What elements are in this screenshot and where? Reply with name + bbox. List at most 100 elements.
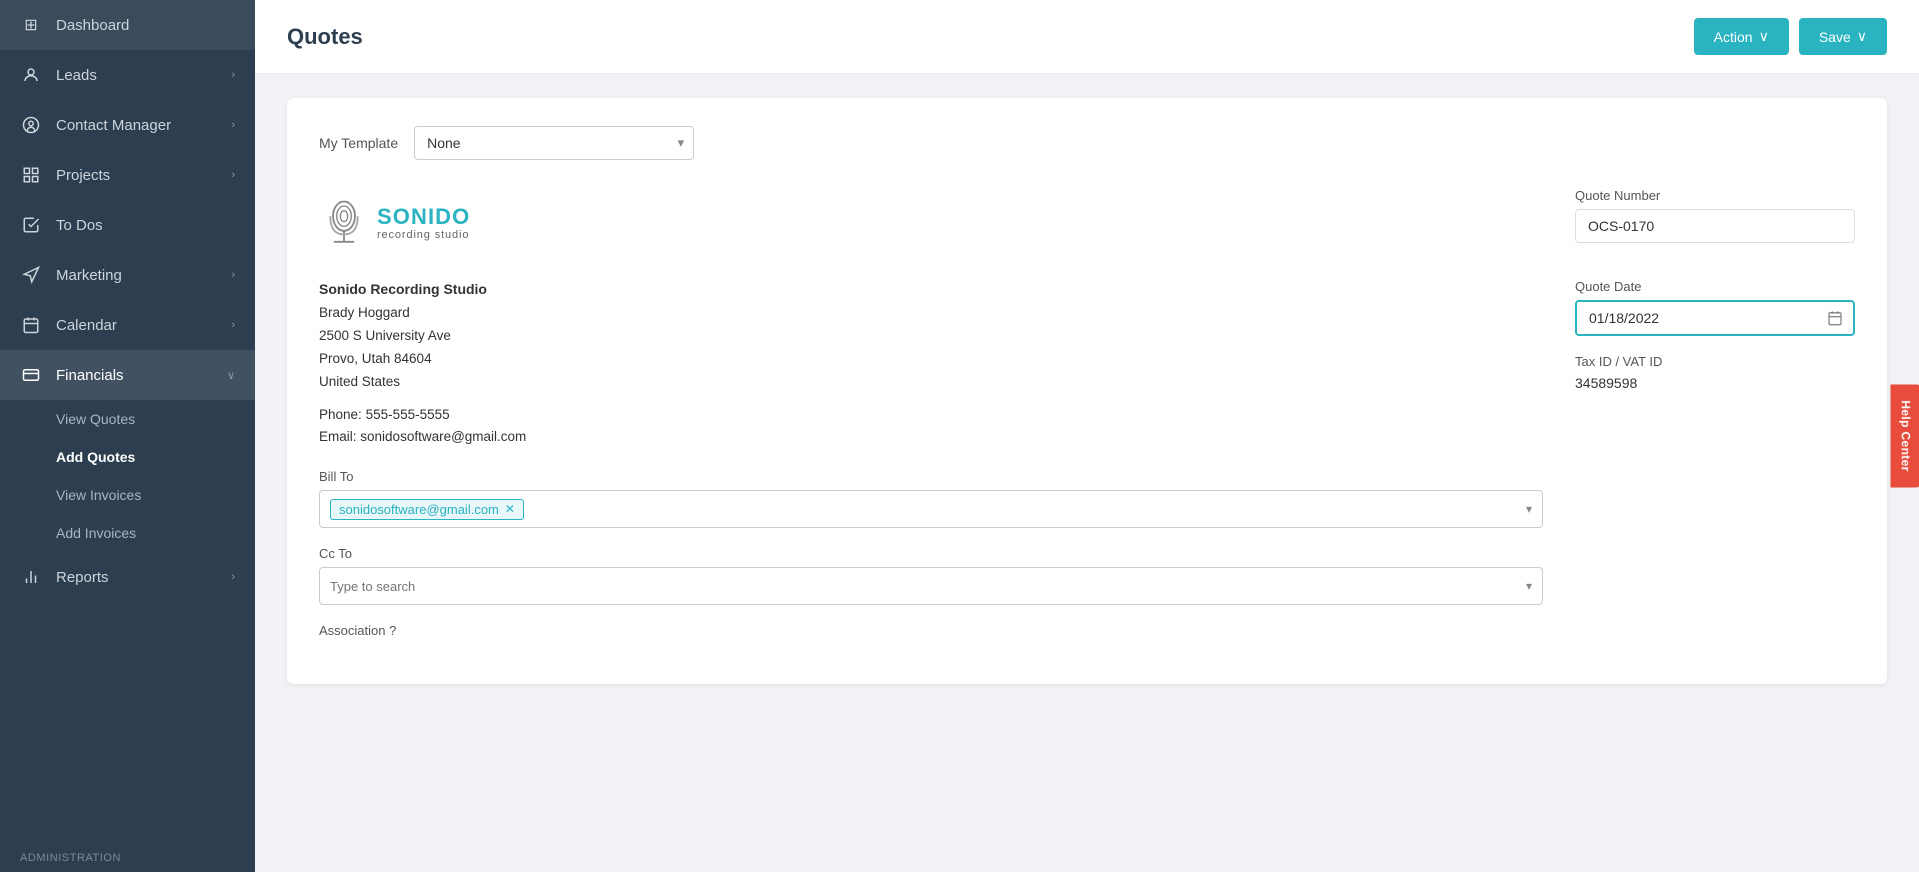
calendar-icon [20, 314, 42, 336]
sidebar-sub-add-invoices[interactable]: Add Invoices [0, 514, 255, 552]
company-logo: SONIDO recording studio [319, 188, 469, 258]
chevron-right-icon: › [231, 269, 235, 281]
sidebar-sub-view-invoices[interactable]: View Invoices [0, 476, 255, 514]
sidebar-item-contact-manager[interactable]: Contact Manager › [0, 100, 255, 150]
sidebar-sub-label: View Invoices [56, 487, 141, 503]
leads-icon [20, 64, 42, 86]
logo-tagline: recording studio [377, 229, 470, 241]
content-area: My Template None [255, 74, 1919, 872]
bill-to-dropdown-arrow: ▾ [1526, 502, 1532, 516]
bill-to-input[interactable]: sonidosoftware@gmail.com ✕ ▾ [319, 490, 1543, 528]
chevron-right-icon: › [231, 169, 235, 181]
cc-to-dropdown-arrow: ▾ [1526, 579, 1532, 593]
administration-label: Administration [0, 836, 255, 872]
bill-to-label: Bill To [319, 469, 1543, 484]
form-card: My Template None [287, 98, 1887, 684]
help-center-label: Help Center [1898, 400, 1912, 471]
save-button-label: Save [1819, 29, 1851, 45]
template-select[interactable]: None [414, 126, 694, 160]
action-button[interactable]: Action ∨ [1694, 18, 1789, 55]
template-label: My Template [319, 135, 398, 151]
bill-to-tag-value: sonidosoftware@gmail.com [339, 502, 499, 517]
logo-text: SONIDO recording studio [377, 205, 470, 241]
company-name: Sonido Recording Studio [319, 278, 1543, 302]
calendar-icon [1827, 310, 1843, 326]
phone-label: Phone: [319, 407, 362, 422]
sidebar-sub-label: Add Invoices [56, 525, 136, 541]
sidebar-item-projects[interactable]: Projects › [0, 150, 255, 200]
chevron-right-icon: › [231, 69, 235, 81]
sidebar: ⊞ Dashboard Leads › Contact Manager › Pr… [0, 0, 255, 872]
sidebar-item-label: Contact Manager [56, 117, 171, 134]
sidebar-item-todos[interactable]: To Dos [0, 200, 255, 250]
company-address1: 2500 S University Ave [319, 325, 1543, 348]
tax-id-label: Tax ID / VAT ID [1575, 354, 1855, 369]
association-label: Association ? [319, 623, 1543, 638]
quote-number-input[interactable] [1575, 209, 1855, 243]
email-value: sonidosoftware@gmail.com [360, 429, 526, 444]
save-button[interactable]: Save ∨ [1799, 18, 1887, 55]
form-body: SONIDO recording studio Sonido Recording… [319, 188, 1855, 656]
logo-company-name: SONIDO [377, 205, 470, 229]
cc-to-input[interactable]: ▾ [319, 567, 1543, 605]
association-group: Association ? [319, 623, 1543, 638]
sidebar-sub-label: Add Quotes [56, 449, 135, 465]
sonido-logo-icon [319, 196, 369, 251]
company-contact: Brady Hoggard [319, 302, 1543, 325]
sidebar-sub-add-quotes[interactable]: Add Quotes [0, 438, 255, 476]
sidebar-item-label: To Dos [56, 217, 103, 234]
contact-manager-icon [20, 114, 42, 136]
bill-to-group: Bill To sonidosoftware@gmail.com ✕ ▾ [319, 469, 1543, 528]
company-country: United States [319, 371, 1543, 394]
topbar-actions: Action ∨ Save ∨ [1694, 18, 1887, 55]
email-label: Email: [319, 429, 357, 444]
cc-to-label: Cc To [319, 546, 1543, 561]
chevron-right-icon: › [231, 119, 235, 131]
sidebar-item-label: Reports [56, 569, 109, 586]
sidebar-item-marketing[interactable]: Marketing › [0, 250, 255, 300]
chevron-right-icon: › [231, 571, 235, 583]
quote-number-label: Quote Number [1575, 188, 1855, 203]
sidebar-sub-label: View Quotes [56, 411, 135, 427]
help-center-tab[interactable]: Help Center [1890, 384, 1919, 487]
company-phone: Phone: 555-555-5555 [319, 404, 1543, 427]
chevron-down-icon: ∨ [227, 369, 235, 382]
dashboard-icon: ⊞ [20, 14, 42, 36]
reports-icon [20, 566, 42, 588]
tax-id-group: Tax ID / VAT ID 34589598 [1575, 354, 1855, 391]
cc-to-group: Cc To ▾ [319, 546, 1543, 605]
action-button-label: Action [1714, 29, 1753, 45]
tax-id-value: 34589598 [1575, 375, 1855, 391]
sidebar-item-label: Calendar [56, 317, 117, 334]
sidebar-item-calendar[interactable]: Calendar › [0, 300, 255, 350]
sidebar-sub-view-quotes[interactable]: View Quotes [0, 400, 255, 438]
main-content: Quotes Action ∨ Save ∨ My Template None [255, 0, 1919, 872]
bill-to-tag-close[interactable]: ✕ [505, 503, 515, 515]
calendar-picker-button[interactable] [1817, 302, 1853, 334]
sidebar-item-leads[interactable]: Leads › [0, 50, 255, 100]
sidebar-item-label: Dashboard [56, 17, 129, 34]
cc-to-search[interactable] [330, 579, 506, 594]
form-left: SONIDO recording studio Sonido Recording… [319, 188, 1543, 656]
quote-number-group: Quote Number [1575, 188, 1855, 261]
sidebar-item-financials[interactable]: Financials ∨ [0, 350, 255, 400]
logo-container: SONIDO recording studio [319, 196, 470, 251]
phone-value: 555-555-5555 [366, 407, 450, 422]
template-select-wrapper: None [414, 126, 694, 160]
chevron-right-icon: › [231, 319, 235, 331]
sidebar-item-label: Leads [56, 67, 97, 84]
sidebar-item-label: Projects [56, 167, 110, 184]
quote-date-input-wrapper [1575, 300, 1855, 336]
company-logo-section: SONIDO recording studio [319, 188, 1543, 258]
sidebar-item-label: Financials [56, 367, 124, 384]
form-right: Quote Number Quote Date [1575, 188, 1855, 656]
topbar: Quotes Action ∨ Save ∨ [255, 0, 1919, 74]
company-info: Sonido Recording Studio Brady Hoggard 25… [319, 278, 1543, 449]
sidebar-item-dashboard[interactable]: ⊞ Dashboard [0, 0, 255, 50]
company-email: Email: sonidosoftware@gmail.com [319, 426, 1543, 449]
sidebar-item-label: Marketing [56, 267, 122, 284]
quote-date-input[interactable] [1577, 302, 1817, 334]
template-row: My Template None [319, 126, 1855, 160]
sidebar-item-reports[interactable]: Reports › [0, 552, 255, 602]
marketing-icon [20, 264, 42, 286]
